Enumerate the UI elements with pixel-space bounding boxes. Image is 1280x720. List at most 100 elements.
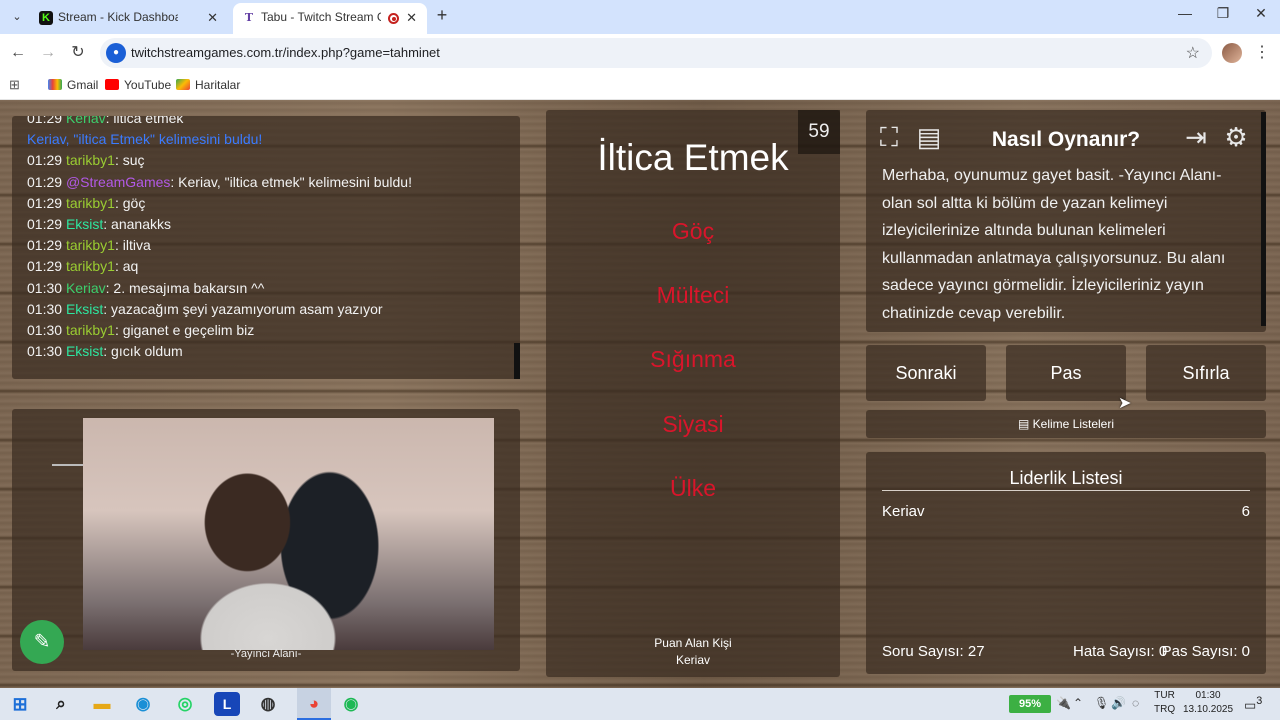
chat-scrollbar[interactable] — [514, 343, 520, 379]
chat-text: : göç — [114, 194, 146, 211]
back-icon[interactable]: ← — [7, 42, 29, 64]
address-bar[interactable]: ● twitchstreamgames.com.tr/index.php?gam… — [100, 38, 1212, 68]
taboo-word: Siyasi — [662, 411, 724, 437]
chat-username[interactable]: Eksist — [66, 343, 103, 359]
restore-icon[interactable]: ❐ — [1208, 5, 1238, 22]
chat-timestamp: 01:29 — [27, 258, 66, 275]
bookmark-label: Gmail — [67, 78, 99, 92]
chat-panel: 01:29 Keriav: iltica etmek Keriav, "iltic… — [12, 116, 520, 379]
chat-username[interactable]: tarikby1 — [66, 258, 115, 274]
window-close-icon[interactable]: ✕ — [1246, 5, 1276, 22]
chat-message: 01:29 Eksist: ananakks — [27, 216, 171, 232]
document-icon: ▤ — [1017, 417, 1033, 431]
chat-username[interactable]: Keriav — [66, 280, 106, 296]
bookmark-maps[interactable]: Haritalar — [176, 76, 240, 94]
chat-username[interactable]: Keriav, "iltica Etmek" — [27, 131, 155, 147]
file-explorer-icon[interactable]: ▬ — [89, 692, 115, 716]
chat-text: : gıcık oldum — [103, 343, 183, 360]
word-lists-button[interactable]: ▤ Kelime Listeleri — [866, 410, 1266, 438]
spotify-icon[interactable]: ◉ — [338, 692, 364, 716]
streamer-area-label: -Yayıncı Alanı- — [230, 648, 302, 660]
chat-text: : yazacağım şeyi yazamıyorum asam yazıyo… — [103, 300, 383, 317]
profile-avatar[interactable] — [1222, 43, 1242, 63]
url-text[interactable]: twitchstreamgames.com.tr/index.php?game=… — [131, 45, 440, 60]
chat-text: : suç — [114, 152, 145, 169]
pass-button[interactable]: Pas — [1006, 345, 1126, 401]
microphone-icon[interactable]: ● — [106, 43, 126, 63]
chat-username[interactable]: tarikby1 — [66, 322, 115, 338]
tab-close-icon[interactable]: ✕ — [207, 3, 218, 32]
chat-username[interactable]: Eksist — [66, 216, 103, 232]
tab-search-icon[interactable]: ⌄ — [6, 7, 28, 27]
chat-username[interactable]: @StreamGames — [66, 174, 170, 190]
chat-timestamp: 01:29 — [27, 116, 66, 126]
tab-tabu-game[interactable]: T Tabu - Twitch Stream Game ✕ — [233, 3, 427, 34]
chat-username[interactable]: Eksist — [66, 301, 103, 317]
minimize-icon[interactable]: — — [1170, 5, 1200, 21]
new-tab-icon[interactable]: + — [432, 5, 452, 26]
chat-message: 01:30 Keriav: 2. mesajıma bakarsın ^^ — [27, 280, 264, 296]
chat-text: : giganet e geçelim biz — [114, 322, 255, 338]
word-lists-label: Kelime Listeleri — [1032, 417, 1115, 431]
battery-indicator[interactable]: 95% — [1009, 695, 1051, 713]
chat-timestamp: 01:29 — [27, 173, 66, 190]
chat-message: 01:30 tarikby1: giganet e geçelim biz — [27, 322, 254, 338]
how-to-play-scrollbar[interactable] — [1261, 112, 1266, 326]
webcam-video — [83, 418, 494, 650]
network-icon[interactable]: ◌ — [1132, 696, 1139, 710]
reload-icon[interactable]: ↻ — [67, 42, 89, 64]
streamer-area-panel: -Yayıncı Alanı- — [12, 409, 520, 671]
chat-username[interactable]: tarikby1 — [66, 237, 115, 253]
notifications-icon[interactable]: ▭3 — [1244, 695, 1262, 713]
game-page: 01:29 Keriav: iltica etmek Keriav, "iltic… — [0, 100, 1280, 688]
obs-icon[interactable]: ◍ — [255, 692, 281, 716]
reset-button[interactable]: Sıfırla — [1146, 345, 1266, 401]
chevron-up-icon[interactable]: ⌃ — [1073, 696, 1083, 710]
kick-favicon-icon: K — [39, 11, 53, 25]
recording-icon — [388, 13, 399, 24]
input-language[interactable]: TUR TRQ — [1154, 689, 1175, 717]
chat-timestamp: 01:29 — [27, 237, 66, 254]
forward-icon[interactable]: → — [37, 42, 59, 64]
tab-close-icon[interactable]: ✕ — [406, 3, 417, 32]
chat-timestamp: 01:29 — [27, 194, 66, 211]
chat-message: Keriav, "iltica Etmek" kelimesini buldu! — [27, 131, 262, 147]
chat-text: : ananakks — [103, 216, 171, 232]
maps-icon — [176, 79, 190, 90]
windows-start-icon[interactable]: ⊞ — [7, 692, 33, 716]
chat-timestamp: 01:30 — [27, 322, 66, 338]
bookmark-star-icon[interactable]: ☆ — [1186, 43, 1200, 63]
system-clock[interactable]: 01:30 13.10.2025 — [1180, 689, 1236, 717]
menu-kebab-icon[interactable]: ⋮ — [1254, 42, 1270, 62]
chat-username[interactable]: tarikby1 — [66, 195, 115, 211]
language-code: TUR — [1154, 690, 1175, 701]
microphone-icon[interactable]: 🎙 — [1094, 696, 1109, 710]
chat-username[interactable]: Keriav — [66, 116, 106, 126]
volume-icon[interactable]: 🔊 — [1111, 696, 1126, 710]
tab-title: Stream - Kick Dashboard — [58, 10, 178, 24]
chrome-icon[interactable]: ◕ — [301, 692, 327, 716]
leaderboard-title: Liderlik Listesi — [1009, 468, 1123, 488]
whatsapp-icon[interactable]: ◎ — [172, 692, 198, 716]
launcher-l-icon[interactable]: L — [214, 692, 240, 716]
windows-taskbar: ⊞ ⌕ ▬ ◉ ◎ L ◍ ◕ ◉ 95% 🔌 ⌃ 🎙 🔊 ◌ TUR TRQ 0… — [0, 688, 1280, 720]
next-button[interactable]: Sonraki — [866, 345, 986, 401]
chat-message: 01:29 tarikby1: suç — [27, 152, 145, 168]
chat-timestamp: 01:29 — [27, 216, 66, 232]
edge-icon[interactable]: ◉ — [130, 692, 156, 716]
chat-timestamp: 01:30 — [27, 343, 66, 360]
pencil-icon[interactable]: ✎ — [20, 620, 64, 664]
chat-text: kelimesini buldu! — [154, 131, 263, 148]
bookmark-youtube[interactable]: YouTube — [105, 76, 171, 94]
twitch-game-favicon-icon: T — [244, 11, 254, 24]
apps-grid-icon[interactable]: ⊞ — [9, 77, 20, 93]
browser-tab-bar: ⌄ K Stream - Kick Dashboard ✕ T Tabu - T… — [0, 0, 1280, 34]
chat-message: 01:29 tarikby1: göç — [27, 195, 145, 211]
clock-time: 01:30 — [1195, 690, 1221, 701]
search-icon[interactable]: ⌕ — [48, 692, 74, 716]
chat-message: 01:29 Keriav: iltica etmek — [27, 116, 183, 126]
chat-username[interactable]: tarikby1 — [66, 152, 115, 168]
tab-kick-dashboard[interactable]: K Stream - Kick Dashboard ✕ — [30, 3, 228, 34]
bookmark-gmail[interactable]: Gmail — [48, 76, 98, 94]
chat-timestamp: 01:30 — [27, 300, 66, 317]
